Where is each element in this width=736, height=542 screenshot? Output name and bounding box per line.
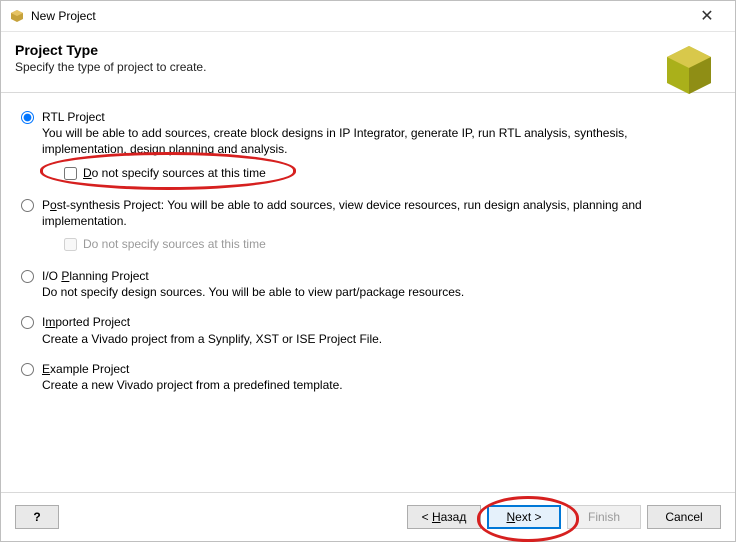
- radio-imported-project[interactable]: [21, 316, 34, 329]
- checkbox-postsynth-no-sources: [64, 238, 77, 251]
- new-project-dialog: New Project ✕ Project Type Specify the t…: [0, 0, 736, 542]
- help-button[interactable]: ?: [15, 505, 59, 529]
- titlebar: New Project ✕: [1, 1, 735, 32]
- option-io-planning[interactable]: I/O Planning Project Do not specify desi…: [21, 268, 715, 300]
- option-example-desc: Create a new Vivado project from a prede…: [42, 378, 343, 392]
- option-rtl-title: RTL Project: [42, 110, 105, 124]
- option-rtl-project[interactable]: RTL Project You will be able to add sour…: [21, 109, 715, 183]
- option-postsynth-project[interactable]: Post-synthesis Project: You will be able…: [21, 197, 715, 254]
- option-io-desc: Do not specify design sources. You will …: [42, 285, 464, 299]
- radio-io-planning[interactable]: [21, 270, 34, 283]
- wizard-header: Project Type Specify the type of project…: [1, 32, 735, 93]
- option-postsynth-title: Post-synthesis Project: [42, 198, 161, 212]
- page-subtitle: Specify the type of project to create.: [15, 60, 721, 74]
- wizard-footer: ? < Назад Next > Finish Cancel: [1, 492, 735, 541]
- option-io-title: I/O Planning Project: [42, 269, 149, 283]
- radio-postsynth-project[interactable]: [21, 199, 34, 212]
- back-button[interactable]: < Назад: [407, 505, 481, 529]
- radio-rtl-project[interactable]: [21, 111, 34, 124]
- option-example-title: Example Project: [42, 362, 129, 376]
- option-example-project[interactable]: Example Project Create a new Vivado proj…: [21, 361, 715, 393]
- xilinx-brand-icon: [661, 42, 717, 98]
- option-imported-title: Imported Project: [42, 315, 130, 329]
- page-title: Project Type: [15, 42, 721, 58]
- option-imported-project[interactable]: Imported Project Create a Vivado project…: [21, 314, 715, 346]
- option-rtl-desc: You will be able to add sources, create …: [42, 126, 627, 156]
- close-icon[interactable]: ✕: [687, 6, 727, 26]
- vivado-icon: [9, 8, 25, 24]
- checkbox-postsynth-no-sources-label: Do not specify sources at this time: [83, 236, 266, 252]
- checkbox-rtl-no-sources[interactable]: [64, 167, 77, 180]
- checkbox-rtl-no-sources-label: Do not specify sources at this time: [83, 165, 266, 181]
- window-title: New Project: [31, 9, 687, 23]
- radio-example-project[interactable]: [21, 363, 34, 376]
- cancel-button[interactable]: Cancel: [647, 505, 721, 529]
- finish-button: Finish: [567, 505, 641, 529]
- option-imported-desc: Create a Vivado project from a Synplify,…: [42, 332, 382, 346]
- wizard-content: RTL Project You will be able to add sour…: [1, 93, 735, 492]
- next-button[interactable]: Next >: [487, 505, 561, 529]
